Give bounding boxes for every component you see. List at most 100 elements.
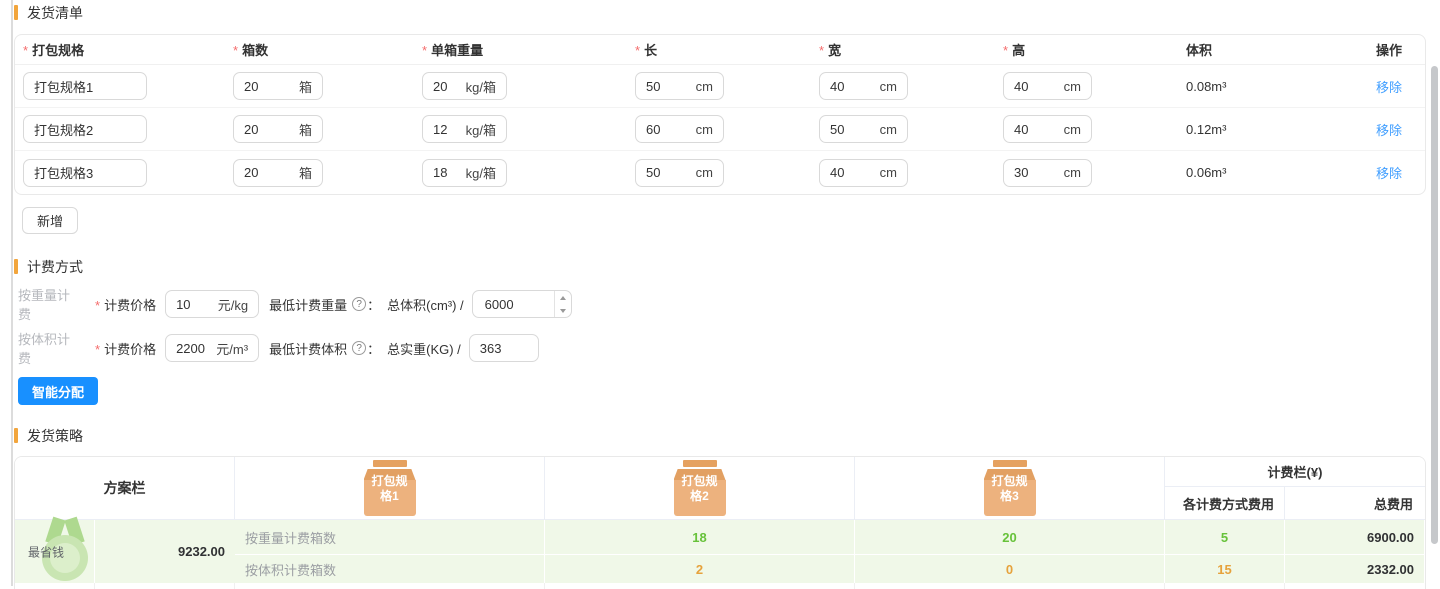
- height-input[interactable]: cm: [1003, 72, 1092, 100]
- length-value[interactable]: [646, 165, 690, 180]
- remove-link[interactable]: 移除: [1376, 123, 1402, 138]
- height-value[interactable]: [1014, 121, 1058, 137]
- help-icon[interactable]: ?: [352, 341, 367, 355]
- smart-allocate-button[interactable]: 智能分配: [18, 377, 99, 405]
- unit-weight-input[interactable]: kg/箱: [422, 115, 507, 143]
- section-title-shipping-list: 发货清单: [14, 3, 1426, 22]
- unit-label: cm: [695, 121, 713, 137]
- total-fee: 9232.00: [178, 544, 225, 559]
- divisor-value[interactable]: [472, 296, 554, 312]
- section-title-billing: 计费方式: [14, 257, 1426, 276]
- package-label: 打包规格1: [371, 474, 408, 503]
- width-input[interactable]: cm: [819, 72, 908, 100]
- unit-weight-input[interactable]: kg/箱: [422, 158, 507, 187]
- package-icon: 打包规格3: [983, 460, 1036, 516]
- box-count-input[interactable]: 箱: [233, 115, 323, 143]
- min-charge-label: 最低计费体积: [269, 341, 348, 357]
- price-unit: 元/kg: [217, 297, 249, 313]
- col-header-height: 高: [995, 40, 1178, 59]
- vertical-scrollbar[interactable]: [1431, 66, 1438, 544]
- unit-weight-input[interactable]: kg/箱: [422, 72, 507, 100]
- section-accent-bar: [14, 259, 18, 274]
- package-icon: 打包规格1: [363, 460, 416, 516]
- box-count-value[interactable]: [244, 78, 293, 94]
- width-value[interactable]: [830, 78, 874, 94]
- col-header-volume: 体积: [1186, 43, 1213, 58]
- unit-weight-value[interactable]: [433, 121, 460, 137]
- box-count-value[interactable]: [244, 165, 293, 180]
- height-input[interactable]: cm: [1003, 158, 1092, 187]
- spec-column-header: 打包规格1: [235, 457, 545, 519]
- volume-value: 0.08m³: [1186, 78, 1227, 94]
- spec-name-input[interactable]: [23, 115, 147, 143]
- price-value[interactable]: [176, 296, 212, 312]
- width-input[interactable]: cm: [819, 115, 908, 143]
- shipping-panel: 发货清单 打包规格 箱数 单箱重量 长 宽 高 体积 操作 箱 kg/箱 cm …: [14, 3, 1426, 589]
- fee-subheader-per-method: 各计费方式费用: [1165, 487, 1285, 519]
- length-value[interactable]: [646, 78, 690, 94]
- length-input[interactable]: cm: [635, 158, 724, 187]
- price-input[interactable]: 元/kg: [165, 290, 260, 318]
- unit-label: kg/箱: [465, 79, 496, 95]
- list-row: 箱 kg/箱 cm cm cm 0.12m³ 移除: [15, 108, 1425, 151]
- length-input[interactable]: cm: [635, 115, 724, 143]
- strategy-value: 0: [855, 555, 1165, 583]
- plan-medal-cell: 最省钱: [15, 516, 95, 583]
- unit-label: cm: [879, 165, 897, 180]
- col-header-action: 操作: [1376, 43, 1403, 58]
- list-row: 箱 kg/箱 cm cm cm 0.06m³ 移除: [15, 151, 1425, 194]
- col-header-qty: 箱数: [225, 40, 414, 59]
- divisor-input[interactable]: [468, 334, 539, 362]
- divisor-value[interactable]: [469, 340, 538, 356]
- spec-name-input[interactable]: [23, 158, 147, 187]
- length-value[interactable]: [646, 121, 690, 137]
- unit-weight-value[interactable]: [433, 78, 460, 94]
- spec-name-value[interactable]: [34, 165, 136, 180]
- col-header-length: 长: [627, 40, 811, 59]
- unit-label: 箱: [298, 122, 312, 138]
- package-label: 打包规格3: [991, 474, 1028, 503]
- unit-label: cm: [1063, 165, 1081, 180]
- remove-link[interactable]: 移除: [1376, 80, 1402, 95]
- height-value[interactable]: [1014, 78, 1058, 94]
- unit-weight-value[interactable]: [433, 165, 460, 180]
- price-label: 计费价格: [95, 339, 156, 358]
- width-value[interactable]: [830, 121, 874, 137]
- next-plan-row-partial: [15, 583, 1425, 589]
- unit-label: cm: [1063, 121, 1081, 137]
- number-stepper[interactable]: [553, 291, 571, 317]
- unit-label: kg/箱: [465, 166, 496, 181]
- box-count-value[interactable]: [244, 121, 293, 137]
- price-unit: 元/m³: [216, 341, 249, 357]
- section-title-strategy: 发货策略: [14, 426, 1426, 445]
- stepper-up-icon[interactable]: [555, 291, 571, 304]
- strategy-table: 方案栏 打包规格1 打包规格2 打包规格3 计费栏(¥) 各计费方式费用 总费用…: [14, 456, 1426, 589]
- unit-label: kg/箱: [465, 122, 496, 138]
- price-value[interactable]: [176, 340, 211, 356]
- price-input[interactable]: 元/m³: [165, 334, 260, 362]
- width-input[interactable]: cm: [819, 158, 908, 187]
- length-input[interactable]: cm: [635, 72, 724, 100]
- width-value[interactable]: [830, 165, 874, 180]
- remove-link[interactable]: 移除: [1376, 166, 1402, 181]
- height-input[interactable]: cm: [1003, 115, 1092, 143]
- spec-column-header: 打包规格2: [545, 457, 855, 519]
- strategy-value: 2: [545, 555, 855, 583]
- help-icon[interactable]: ?: [352, 297, 367, 311]
- add-row-button[interactable]: 新增: [22, 207, 79, 234]
- spec-name-input[interactable]: [23, 72, 147, 100]
- divisor-input[interactable]: [471, 290, 572, 318]
- box-count-input[interactable]: 箱: [233, 158, 323, 187]
- strategy-row-label: 按重量计费箱数: [235, 520, 545, 555]
- height-value[interactable]: [1014, 165, 1058, 180]
- section-accent-bar: [14, 5, 18, 20]
- price-label: 计费价格: [95, 295, 156, 314]
- stepper-down-icon[interactable]: [555, 304, 571, 317]
- spec-name-value[interactable]: [34, 121, 136, 137]
- package-label: 打包规格2: [681, 474, 718, 503]
- spec-name-value[interactable]: [34, 78, 136, 94]
- volume-value: 0.12m³: [1186, 121, 1227, 137]
- formula-label: 总体积(cm³) /: [387, 297, 464, 313]
- shipping-list-table: 打包规格 箱数 单箱重量 长 宽 高 体积 操作 箱 kg/箱 cm cm cm…: [14, 34, 1426, 195]
- box-count-input[interactable]: 箱: [233, 72, 323, 100]
